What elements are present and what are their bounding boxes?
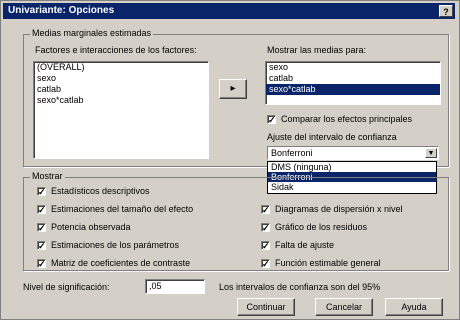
display-list-item[interactable]: catlab	[266, 73, 440, 84]
spread-vs-level-label: Diagramas de dispersión x nivel	[275, 204, 403, 214]
factors-list-item[interactable]: catlab	[34, 84, 208, 95]
continue-button-label: Continuar	[246, 302, 286, 312]
checkbox-box[interactable]: ✓	[261, 258, 270, 268]
help-button-label: Ayuda	[401, 302, 427, 312]
compare-effects-label: Comparar los efectos principales	[281, 114, 413, 124]
ci-adjust-label: Ajuste del intervalo de confianza	[267, 132, 397, 142]
window-title: Univariante: Opciones	[8, 5, 115, 16]
descriptive-stats-label: Estadísticos descriptivos	[51, 186, 150, 196]
factors-list-item[interactable]: sexo*catlab	[34, 95, 208, 106]
cancel-button-label: Cancelar	[325, 302, 363, 312]
observed-power-checkbox[interactable]: ✓ Potencia observada	[37, 222, 131, 232]
move-to-display-button[interactable]: ▸	[219, 79, 247, 99]
options-dialog: Univariante: Opciones ? Medias marginale…	[0, 0, 460, 320]
parameter-estimates-checkbox[interactable]: ✓ Estimaciones de los parámetros	[37, 240, 179, 250]
checkbox-box[interactable]: ✓	[37, 204, 46, 214]
effect-size-checkbox[interactable]: ✓ Estimaciones del tamaño del efecto	[37, 204, 193, 214]
checkbox-box[interactable]: ✓	[37, 240, 46, 250]
checkbox-box[interactable]: ✓	[261, 222, 270, 232]
display-list-item[interactable]: sexo	[266, 62, 440, 73]
estimated-means-group-label: Medias marginales estimadas	[30, 28, 154, 38]
ci-adjust-value: Bonferroni	[271, 148, 313, 158]
general-estimable-label: Función estimable general	[275, 258, 381, 268]
show-group-label: Mostrar	[30, 171, 65, 181]
checkbox-box[interactable]: ✓	[261, 240, 270, 250]
compare-effects-checkbox[interactable]: ✓ Comparar los efectos principales	[267, 114, 412, 124]
arrow-right-icon: ▸	[230, 83, 236, 94]
title-bar: Univariante: Opciones ?	[3, 3, 455, 19]
continue-button[interactable]: Continuar	[237, 298, 295, 316]
help-button[interactable]: Ayuda	[385, 298, 443, 316]
display-list-item-selected[interactable]: sexo*catlab	[266, 84, 440, 95]
significance-label: Nivel de significación:	[23, 282, 110, 292]
display-means-listbox[interactable]: sexo catlab sexo*catlab	[265, 61, 441, 105]
ci-adjust-option[interactable]: DMS (ninguna)	[268, 162, 436, 172]
factors-label: Factores e interacciones de los factores…	[35, 45, 197, 55]
ci-adjust-select[interactable]: Bonferroni ▼	[267, 146, 439, 160]
parameter-estimates-label: Estimaciones de los parámetros	[51, 240, 180, 250]
general-estimable-checkbox[interactable]: ✓ Función estimable general	[261, 258, 381, 268]
spread-vs-level-checkbox[interactable]: ✓ Diagramas de dispersión x nivel	[261, 204, 403, 214]
factors-list-item[interactable]: sexo	[34, 73, 208, 84]
factors-listbox[interactable]: (OVERALL) sexo catlab sexo*catlab	[33, 61, 209, 159]
checkbox-box[interactable]: ✓	[37, 186, 46, 196]
checkbox-box[interactable]: ✓	[267, 114, 276, 124]
contrast-matrix-label: Matriz de coeficientes de contraste	[51, 258, 191, 268]
residual-plot-label: Gráfico de los residuos	[275, 222, 368, 232]
title-help-button[interactable]: ?	[439, 5, 453, 17]
lack-of-fit-label: Falta de ajuste	[275, 240, 335, 250]
checkbox-box[interactable]: ✓	[37, 258, 46, 268]
effect-size-label: Estimaciones del tamaño del efecto	[51, 204, 194, 214]
checkbox-box[interactable]: ✓	[37, 222, 46, 232]
lack-of-fit-checkbox[interactable]: ✓ Falta de ajuste	[261, 240, 334, 250]
observed-power-label: Potencia observada	[51, 222, 131, 232]
significance-input[interactable]: ,05	[145, 279, 205, 294]
descriptive-stats-checkbox[interactable]: ✓ Estadísticos descriptivos	[37, 186, 150, 196]
residual-plot-checkbox[interactable]: ✓ Gráfico de los residuos	[261, 222, 367, 232]
contrast-matrix-checkbox[interactable]: ✓ Matriz de coeficientes de contraste	[37, 258, 190, 268]
chevron-down-icon[interactable]: ▼	[425, 148, 437, 158]
display-means-label: Mostrar las medias para:	[267, 45, 367, 55]
confidence-note: Los intervalos de confianza son del 95%	[219, 282, 381, 292]
factors-list-item[interactable]: (OVERALL)	[34, 62, 208, 73]
cancel-button[interactable]: Cancelar	[315, 298, 373, 316]
checkbox-box[interactable]: ✓	[261, 204, 270, 214]
